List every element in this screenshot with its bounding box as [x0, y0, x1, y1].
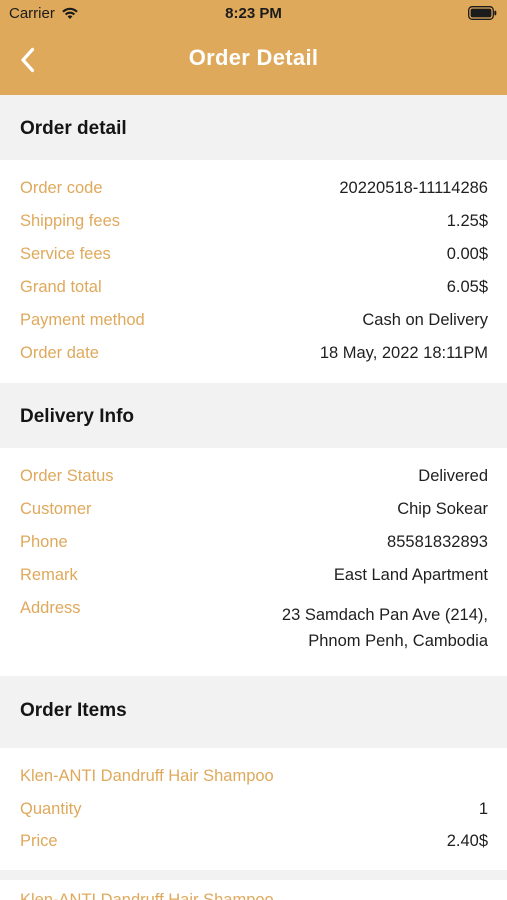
order-status-row: Order Status Delivered	[0, 466, 507, 499]
customer-row: Customer Chip Sokear	[0, 499, 507, 532]
row-value: 20220518-11114286	[339, 179, 488, 197]
section-title: Order detail	[20, 118, 127, 139]
status-bar: Carrier 8:23 PM	[0, 0, 507, 28]
phone-row: Phone 85581832893	[0, 532, 507, 565]
row-label: Shipping fees	[20, 212, 120, 230]
address-row: Address 23 Samdach Pan Ave (214), Phnom …	[0, 598, 507, 658]
nav-bar: Order Detail	[0, 28, 507, 95]
row-value: 18 May, 2022 18:11PM	[319, 344, 488, 362]
row-label: Remark	[20, 566, 78, 584]
row-label: Order Status	[20, 467, 114, 485]
row-label: Order date	[20, 344, 99, 362]
address-line-1: 23 Samdach Pan Ave (214),	[281, 606, 488, 624]
clock: 8:23 PM	[225, 5, 282, 22]
list-item-name[interactable]: Klen-ANTI Dandruff Hair Shampoo	[0, 890, 507, 900]
address-value: 23 Samdach Pan Ave (214), Phnom Penh, Ca…	[282, 602, 488, 654]
row-label: Payment method	[20, 311, 145, 329]
row-label: Service fees	[20, 245, 111, 263]
order-detail-header: Order detail	[0, 95, 507, 160]
list-item-name[interactable]: Klen-ANTI Dandruff Hair Shampoo	[0, 766, 507, 799]
row-value: 1.25$	[446, 212, 488, 230]
item-name: Klen-ANTI Dandruff Hair Shampoo	[20, 767, 274, 785]
row-value: Cash on Delivery	[362, 311, 488, 329]
address-line-2: Phnom Penh, Cambodia	[308, 632, 488, 650]
shipping-fees-row: Shipping fees 1.25$	[0, 211, 507, 244]
row-value: 0.00$	[446, 245, 488, 263]
row-label: Grand total	[20, 278, 102, 296]
order-date-row: Order date 18 May, 2022 18:11PM	[0, 343, 507, 376]
status-value: Delivered	[418, 467, 488, 485]
row-label: Phone	[20, 533, 68, 551]
grand-total-row: Grand total 6.05$	[0, 277, 507, 310]
row-label: Quantity	[20, 800, 82, 818]
quantity-value: 1	[478, 800, 488, 818]
row-value: Chip Sokear	[397, 500, 488, 518]
payment-method-row: Payment method Cash on Delivery	[0, 310, 507, 343]
row-value: 6.05$	[446, 278, 488, 296]
section-title: Order Items	[20, 700, 127, 721]
price-row: Price 2.40$	[0, 831, 507, 864]
item-separator	[0, 870, 507, 880]
item-name: Klen-ANTI Dandruff Hair Shampoo	[20, 891, 274, 900]
row-value: East Land Apartment	[333, 566, 488, 584]
order-code-row: Order code 20220518-11114286	[0, 178, 507, 211]
order-items-header: Order Items	[0, 676, 507, 748]
section-title: Delivery Info	[20, 406, 135, 427]
row-label: Address	[20, 599, 81, 617]
remark-row: Remark East Land Apartment	[0, 565, 507, 598]
row-label: Customer	[20, 500, 92, 518]
price-value: 2.40$	[446, 832, 488, 850]
app-header: Carrier 8:23 PM Order Detail	[0, 0, 507, 95]
row-label: Price	[20, 832, 58, 850]
row-label: Order code	[20, 179, 103, 197]
service-fees-row: Service fees 0.00$	[0, 244, 507, 277]
delivery-info-header: Delivery Info	[0, 383, 507, 448]
page-title: Order Detail	[188, 45, 319, 70]
battery-icon	[468, 6, 497, 20]
phone-value: 85581832893	[387, 533, 488, 551]
quantity-row: Quantity 1	[0, 799, 507, 832]
